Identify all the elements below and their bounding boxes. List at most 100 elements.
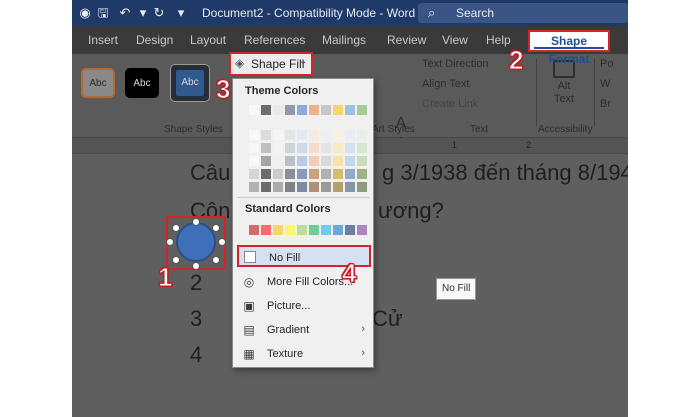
theme-color-swatch[interactable]	[261, 182, 271, 192]
theme-color-swatch[interactable]	[261, 130, 271, 140]
resize-handle[interactable]	[212, 256, 220, 264]
theme-color-swatch[interactable]	[345, 105, 355, 115]
theme-color-swatch[interactable]	[249, 143, 259, 153]
theme-color-swatch[interactable]	[273, 105, 283, 115]
resize-handle[interactable]	[192, 218, 200, 226]
resize-handle[interactable]	[172, 224, 180, 232]
theme-color-swatch[interactable]	[333, 130, 343, 140]
theme-color-swatch[interactable]	[285, 130, 295, 140]
tab-references[interactable]: References	[244, 33, 305, 47]
theme-color-swatch[interactable]	[309, 169, 319, 179]
theme-color-swatch[interactable]	[357, 130, 367, 140]
resize-handle[interactable]	[212, 224, 220, 232]
theme-color-swatch[interactable]	[249, 105, 259, 115]
theme-color-swatch[interactable]	[321, 105, 331, 115]
theme-color-swatch[interactable]	[321, 143, 331, 153]
standard-color-swatch[interactable]	[285, 225, 295, 235]
theme-color-swatch[interactable]	[345, 156, 355, 166]
theme-color-swatch[interactable]	[345, 143, 355, 153]
circle-shape[interactable]	[176, 222, 216, 262]
theme-color-swatch[interactable]	[345, 130, 355, 140]
theme-color-swatch[interactable]	[345, 182, 355, 192]
theme-color-swatch[interactable]	[357, 182, 367, 192]
theme-color-swatch[interactable]	[297, 130, 307, 140]
wrap-text-button[interactable]: W	[600, 78, 610, 90]
resize-handle[interactable]	[192, 262, 200, 270]
theme-color-swatch[interactable]	[285, 105, 295, 115]
theme-color-swatch[interactable]	[321, 156, 331, 166]
resize-handle[interactable]	[172, 256, 180, 264]
theme-color-swatch[interactable]	[297, 156, 307, 166]
theme-color-swatch[interactable]	[333, 156, 343, 166]
theme-color-swatch[interactable]	[249, 130, 259, 140]
standard-color-swatch[interactable]	[297, 225, 307, 235]
theme-color-swatch[interactable]	[285, 143, 295, 153]
theme-color-swatch[interactable]	[261, 169, 271, 179]
picture-item[interactable]: ▣ Picture...	[237, 295, 371, 317]
theme-color-swatch[interactable]	[357, 143, 367, 153]
theme-color-swatch[interactable]	[309, 156, 319, 166]
theme-color-swatch[interactable]	[297, 182, 307, 192]
tab-shape-format[interactable]: Shape Format	[528, 30, 610, 66]
align-text-button[interactable]: Align Text	[422, 78, 470, 90]
redo-icon[interactable]: ↻	[150, 4, 168, 22]
theme-color-swatch[interactable]	[357, 105, 367, 115]
toggle-icon[interactable]: ◉	[76, 4, 94, 22]
shape-style-2[interactable]: Abc	[125, 68, 159, 98]
theme-color-swatch[interactable]	[333, 169, 343, 179]
theme-color-swatch[interactable]	[357, 169, 367, 179]
standard-color-swatch[interactable]	[261, 225, 271, 235]
tab-mailings[interactable]: Mailings	[322, 33, 366, 47]
theme-color-swatch[interactable]	[357, 156, 367, 166]
texture-item[interactable]: ▦ Texture ›	[237, 343, 371, 365]
theme-color-swatch[interactable]	[285, 182, 295, 192]
theme-color-swatch[interactable]	[273, 156, 283, 166]
theme-color-swatch[interactable]	[285, 169, 295, 179]
theme-color-swatch[interactable]	[261, 143, 271, 153]
theme-color-swatch[interactable]	[333, 182, 343, 192]
theme-color-swatch[interactable]	[297, 143, 307, 153]
tab-layout[interactable]: Layout	[190, 33, 226, 47]
standard-color-swatch[interactable]	[273, 225, 283, 235]
standard-color-swatch[interactable]	[321, 225, 331, 235]
theme-color-swatch[interactable]	[309, 143, 319, 153]
theme-color-swatch[interactable]	[261, 156, 271, 166]
theme-color-swatch[interactable]	[297, 105, 307, 115]
theme-color-swatch[interactable]	[309, 130, 319, 140]
create-link-button[interactable]: Create Link	[422, 98, 478, 110]
tab-design[interactable]: Design	[136, 33, 173, 47]
text-direction-button[interactable]: Text Direction	[422, 58, 489, 70]
theme-color-swatch[interactable]	[249, 182, 259, 192]
bring-forward-button[interactable]: Br	[600, 98, 611, 110]
theme-color-swatch[interactable]	[321, 182, 331, 192]
shape-style-3[interactable]: Abc	[170, 64, 210, 102]
customize-toolbar-icon[interactable]: ▾	[172, 4, 190, 22]
theme-color-swatch[interactable]	[309, 182, 319, 192]
theme-color-swatch[interactable]	[249, 169, 259, 179]
theme-color-swatch[interactable]	[321, 169, 331, 179]
standard-color-swatch[interactable]	[357, 225, 367, 235]
search-box[interactable]: ⌕ Search	[418, 3, 628, 23]
resize-handle[interactable]	[218, 238, 226, 246]
tab-view[interactable]: View	[442, 33, 468, 47]
shape-fill-button[interactable]: ◈ Shape Fill ⌄	[229, 52, 313, 76]
theme-color-swatch[interactable]	[261, 105, 271, 115]
save-icon[interactable]: 🖫	[94, 4, 112, 22]
theme-color-swatch[interactable]	[321, 130, 331, 140]
standard-color-swatch[interactable]	[345, 225, 355, 235]
tab-review[interactable]: Review	[387, 33, 426, 47]
standard-color-swatch[interactable]	[333, 225, 343, 235]
theme-color-swatch[interactable]	[297, 169, 307, 179]
undo-icon[interactable]: ↶	[116, 4, 134, 22]
theme-color-swatch[interactable]	[309, 105, 319, 115]
tab-insert[interactable]: Insert	[88, 33, 118, 47]
tab-help[interactable]: Help	[486, 33, 511, 47]
theme-color-swatch[interactable]	[273, 143, 283, 153]
theme-color-swatch[interactable]	[345, 169, 355, 179]
shape-style-1[interactable]: Abc	[81, 68, 115, 98]
standard-color-swatch[interactable]	[309, 225, 319, 235]
theme-color-swatch[interactable]	[273, 182, 283, 192]
theme-color-swatch[interactable]	[249, 156, 259, 166]
resize-handle[interactable]	[166, 238, 174, 246]
theme-color-swatch[interactable]	[333, 143, 343, 153]
